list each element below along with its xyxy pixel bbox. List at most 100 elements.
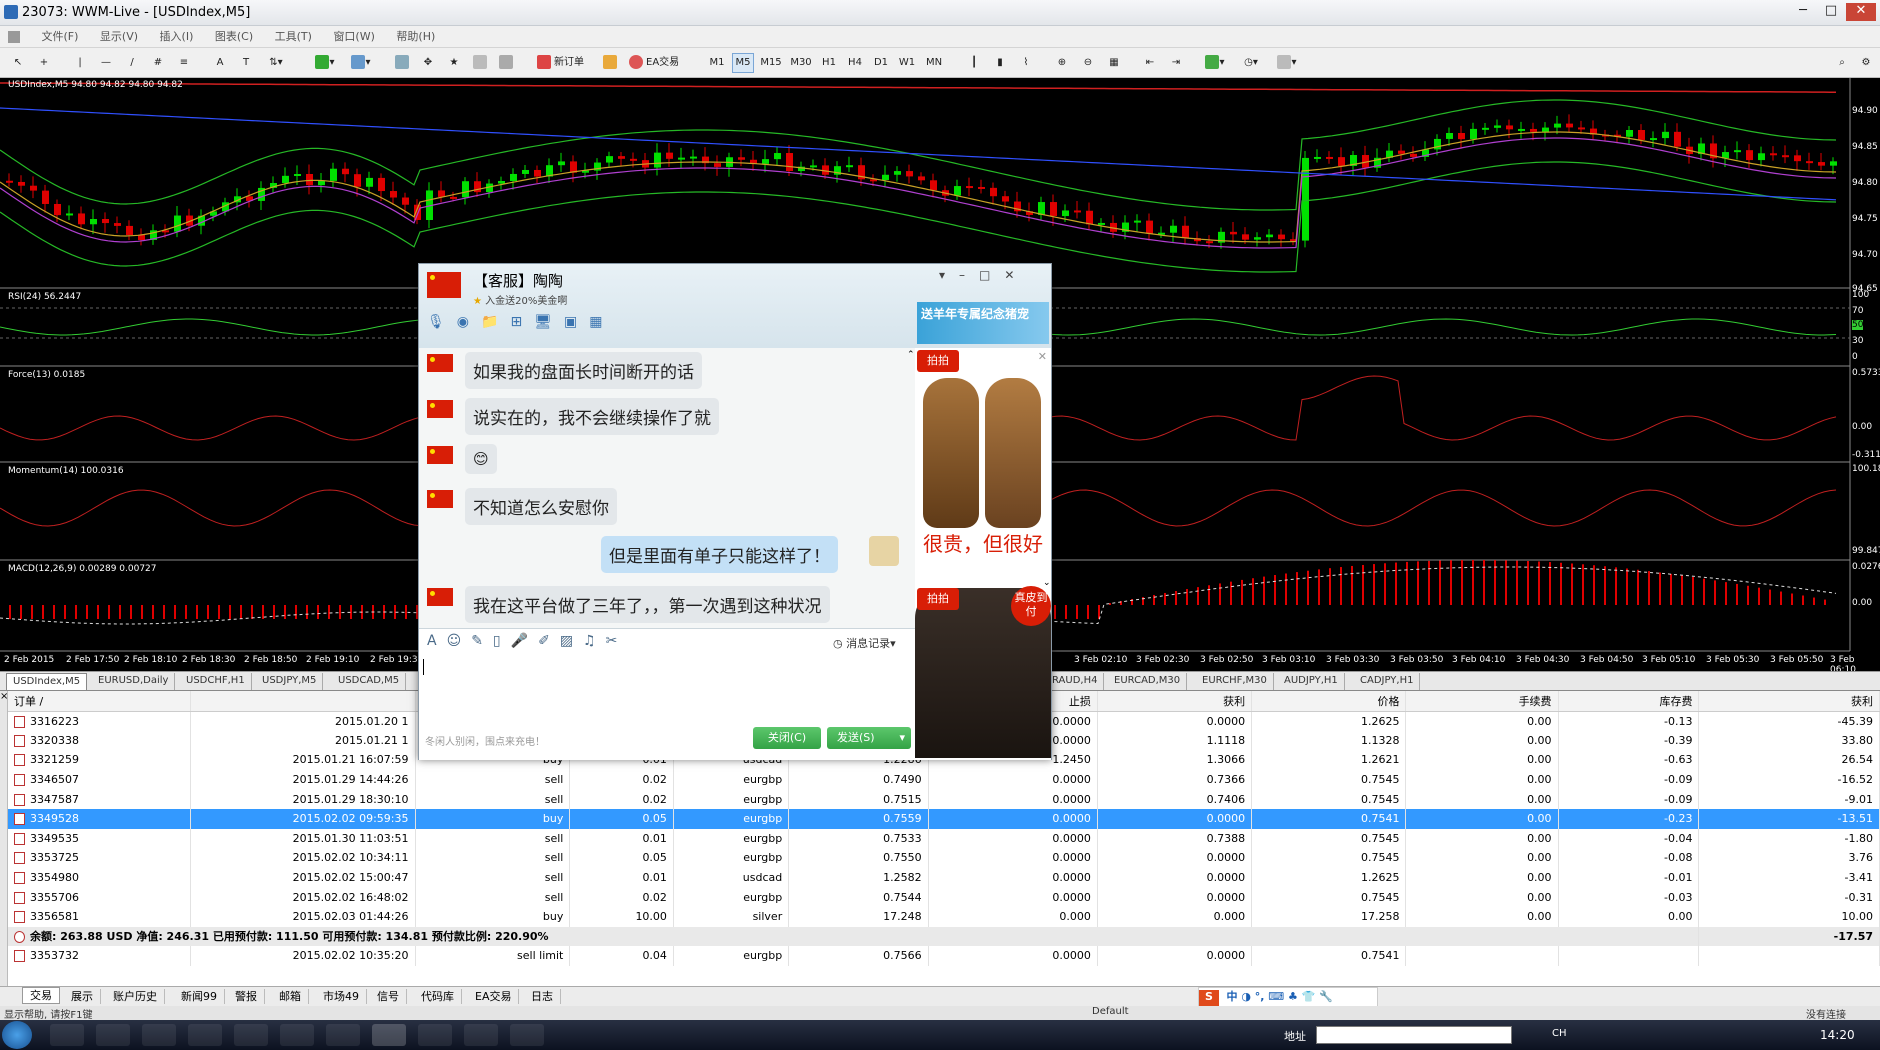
start-button-icon[interactable] — [2, 1021, 32, 1049]
collapse-icon[interactable]: ⌃ — [907, 350, 915, 360]
tab-alerts[interactable]: 警报 — [228, 989, 265, 1004]
ea-trading-button[interactable]: EA交易 — [628, 53, 690, 73]
ad-close-icon[interactable]: ✕ — [1038, 350, 1047, 363]
scissors-icon[interactable]: ✂ — [606, 633, 628, 649]
send-button[interactable]: 发送(S) ▾ — [827, 727, 911, 749]
text-tool-icon[interactable]: A — [210, 53, 230, 73]
chart-tab-cadjpy[interactable]: CADJPY,H1 — [1354, 673, 1421, 690]
tab-news[interactable]: 新闻99 — [174, 989, 225, 1004]
close-chat-button[interactable]: 关闭(C) — [753, 727, 821, 749]
menu-tools[interactable]: 工具(T) — [275, 26, 312, 48]
arrows-icon[interactable]: ⇅▾ — [262, 53, 290, 73]
chart-tab-usdchf[interactable]: USDCHF,H1 — [180, 673, 252, 690]
qq-window-controls[interactable]: ▾–□✕ — [939, 268, 1028, 282]
zoom-in-icon[interactable]: ⊕ — [1052, 53, 1072, 73]
tf-m30[interactable]: M30 — [788, 53, 814, 73]
tab-experts[interactable]: EA交易 — [468, 989, 520, 1004]
contact-avatar[interactable] — [427, 272, 461, 298]
file-icon[interactable]: 📁 — [481, 314, 510, 330]
task-app-icon[interactable] — [96, 1024, 130, 1046]
address-input[interactable] — [1316, 1026, 1512, 1044]
fibo-icon[interactable]: ≡ — [174, 53, 194, 73]
data-window-icon[interactable]: ✥ — [418, 53, 438, 73]
music-icon[interactable]: ♫ — [583, 633, 606, 649]
chart-tab-usdindex[interactable]: USDIndex,M5 — [6, 673, 88, 690]
settings-icon[interactable]: ⚙ — [1856, 53, 1876, 73]
promo-banner[interactable]: 送羊年专属纪念猪宠 — [917, 302, 1049, 344]
qq-chat-window[interactable]: 【客服】陶陶 ★ 入金送20%美金啊 ▾–□✕ 送羊年专属纪念猪宠 🎙◉📁⊞🖥▣… — [418, 263, 1052, 760]
ad-panel[interactable]: 拍拍 ✕ 很贵，但很好 ⌄ 拍拍 真皮到付 — [915, 348, 1051, 760]
tab-history[interactable]: 账户历史 — [106, 989, 165, 1004]
message-list[interactable]: ⌃ 如果我的盘面长时间断开的话 说实在的，我不会继续操作了就 😊 不知道怎么安慰… — [419, 348, 915, 628]
task-app-icon[interactable] — [418, 1024, 452, 1046]
table-row[interactable]: 3354980 2015.02.02 15:00:47 sell 0.01 usdcad… — [8, 867, 1880, 888]
language-indicator[interactable]: CH — [1552, 1028, 1567, 1039]
tf-mn[interactable]: MN — [922, 53, 946, 73]
remote-icon[interactable]: 🖥 — [534, 314, 564, 330]
search-icon[interactable]: ⌕ — [1832, 53, 1852, 73]
task-app-icon[interactable] — [464, 1024, 498, 1046]
menu-insert[interactable]: 插入(I) — [160, 26, 194, 48]
column-header[interactable]: 订单 / — [8, 691, 191, 712]
maximize-button[interactable]: □ — [1818, 3, 1844, 21]
chart-tab-eurchf[interactable]: EURCHF,M30 — [1196, 673, 1274, 690]
tab-mailbox[interactable]: 邮箱 — [272, 989, 309, 1004]
vibrate-icon[interactable]: ▯ — [493, 633, 511, 649]
table-row[interactable]: 3349535 2015.01.30 11:03:51 sell 0.01 eurgbp… — [8, 828, 1880, 849]
tab-market[interactable]: 市场49 — [316, 989, 367, 1004]
task-mt4-icon[interactable] — [372, 1024, 406, 1046]
screen-icon[interactable]: ▣ — [564, 314, 589, 330]
chart-tab-eurcad[interactable]: EURCAD,M30 — [1108, 673, 1188, 690]
horizontal-line-icon[interactable]: — — [96, 53, 116, 73]
menu-window[interactable]: 窗口(W) — [333, 26, 374, 48]
menu-charts[interactable]: 图表(C) — [215, 26, 253, 48]
tf-h1[interactable]: H1 — [818, 53, 840, 73]
tester-icon[interactable] — [496, 53, 516, 73]
column-header[interactable]: 手续费 — [1405, 691, 1559, 712]
minimize-button[interactable]: ─ — [1790, 3, 1816, 21]
navigator-icon[interactable]: ★ — [444, 53, 464, 73]
message-input-area[interactable]: A☺✎▯🎤✐▨♫✂ ◷ 消息记录▾ 冬闲人别闲，围点来充电！ 关闭(C) 发送(… — [419, 628, 915, 760]
task-app-icon[interactable] — [188, 1024, 222, 1046]
terminal-close-icon[interactable]: × — [0, 691, 8, 987]
new-order-button[interactable]: 新订单 — [536, 53, 598, 73]
magic-icon[interactable]: ✎ — [471, 633, 493, 649]
clock[interactable]: 14:20 — [1820, 1028, 1855, 1042]
trendline-icon[interactable]: / — [122, 53, 142, 73]
tf-m5[interactable]: M5 — [732, 53, 754, 73]
chart-tab-usdjpy[interactable]: USDJPY,M5 — [256, 673, 324, 690]
edit-icon[interactable]: ✐ — [538, 633, 560, 649]
chart-tab-aud[interactable]: RAUD,H4 — [1046, 673, 1105, 690]
crosshair-icon[interactable]: + — [34, 53, 54, 73]
table-row[interactable]: 3347587 2015.01.29 18:30:10 sell 0.02 eurgbp… — [8, 789, 1880, 809]
market-watch-icon[interactable] — [392, 53, 412, 73]
tab-codebase[interactable]: 代码库 — [414, 989, 462, 1004]
share-icon[interactable]: ⊞ — [510, 314, 534, 330]
history-button[interactable]: ◷ 消息记录▾ — [833, 635, 896, 651]
mic-icon[interactable]: 🎤 — [511, 633, 538, 649]
cursor-tool-icon[interactable]: ↖ — [8, 53, 28, 73]
voice-icon[interactable]: 🎙 — [427, 314, 457, 330]
periods-icon[interactable]: ◷▾ — [1236, 53, 1266, 73]
table-row[interactable]: 3353725 2015.02.02 10:34:11 sell 0.05 eurgbp… — [8, 848, 1880, 868]
task-app-icon[interactable] — [326, 1024, 360, 1046]
chart-shift-icon[interactable]: ⇥ — [1166, 53, 1186, 73]
zoom-out-icon[interactable]: ⊖ — [1078, 53, 1098, 73]
task-ie-icon[interactable] — [280, 1024, 314, 1046]
task-app-icon[interactable] — [510, 1024, 544, 1046]
table-row[interactable]: 3355706 2015.02.02 16:48:02 sell 0.02 eurgbp… — [8, 887, 1880, 907]
indicators-icon[interactable]: ▾ — [1200, 53, 1230, 73]
chart-tab-usdcad[interactable]: USDCAD,M5 — [332, 673, 407, 690]
label-tool-icon[interactable]: T — [236, 53, 256, 73]
table-row[interactable]: 3346507 2015.01.29 14:44:26 sell 0.02 eurgbp… — [8, 769, 1880, 790]
table-row[interactable]: 3356581 2015.02.03 01:44:26 buy 10.00 silver… — [8, 906, 1880, 927]
emoji-icon[interactable]: ☺ — [447, 633, 472, 649]
column-header[interactable]: 获利 — [1698, 691, 1880, 712]
tf-d1[interactable]: D1 — [870, 53, 892, 73]
column-header[interactable] — [190, 691, 416, 712]
menu-view[interactable]: 显示(V) — [100, 26, 138, 48]
tf-w1[interactable]: W1 — [896, 53, 918, 73]
tab-journal[interactable]: 日志 — [524, 989, 561, 1004]
column-header[interactable]: 价格 — [1251, 691, 1407, 712]
menu-file[interactable]: 文件(F) — [42, 26, 79, 48]
